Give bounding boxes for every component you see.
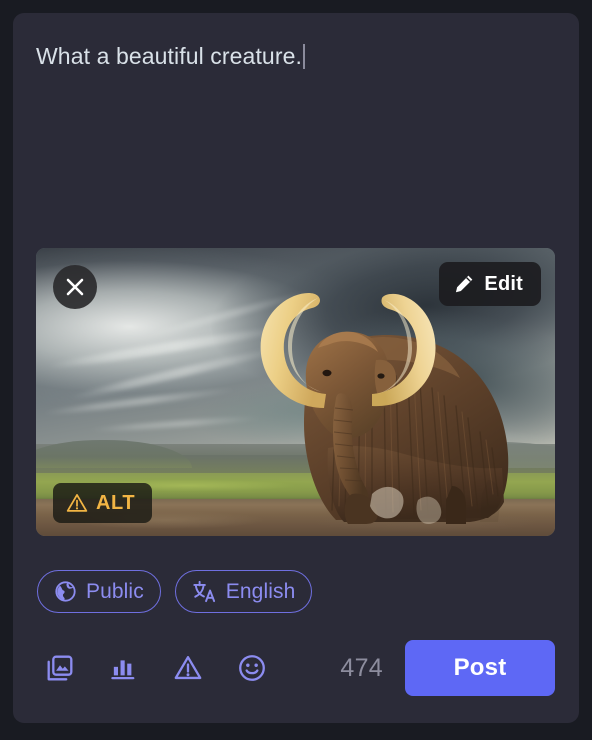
text-caret xyxy=(302,44,305,69)
tool-emoji[interactable] xyxy=(229,645,275,691)
media-images-icon xyxy=(47,655,73,681)
edit-media-button[interactable]: Edit xyxy=(439,262,541,306)
language-label: English xyxy=(225,579,296,603)
compose-options-row: Public English xyxy=(37,570,313,613)
globe-icon xyxy=(55,581,76,602)
tool-add-media[interactable] xyxy=(37,645,83,691)
compose-text-value: What a beautiful creature. xyxy=(36,43,302,69)
alt-text-label: ALT xyxy=(96,491,136,514)
character-count: 474 xyxy=(340,653,383,682)
visibility-label: Public xyxy=(86,579,144,603)
content-warning-icon xyxy=(174,656,202,680)
media-preview[interactable]: Edit ALT xyxy=(36,248,555,536)
tool-content-warning[interactable] xyxy=(165,645,211,691)
alt-text-badge[interactable]: ALT xyxy=(53,483,153,523)
compose-toolbar: 474 Post xyxy=(37,640,555,696)
emoji-smiley-icon xyxy=(239,655,265,681)
poll-bars-icon xyxy=(111,660,135,680)
edit-media-label: Edit xyxy=(484,272,523,295)
compose-textarea[interactable]: What a beautiful creature. xyxy=(36,41,556,241)
translate-icon xyxy=(193,580,215,603)
pencil-icon xyxy=(456,275,473,293)
warning-triangle-icon xyxy=(66,494,88,512)
language-pill[interactable]: English xyxy=(174,570,313,613)
close-x-icon xyxy=(66,278,84,296)
visibility-pill[interactable]: Public xyxy=(37,570,161,613)
post-button[interactable]: Post xyxy=(405,640,555,696)
tool-add-poll[interactable] xyxy=(101,645,147,691)
compose-card: What a beautiful creature. Edit ALT Publ… xyxy=(13,13,579,723)
remove-media-button[interactable] xyxy=(53,265,97,309)
